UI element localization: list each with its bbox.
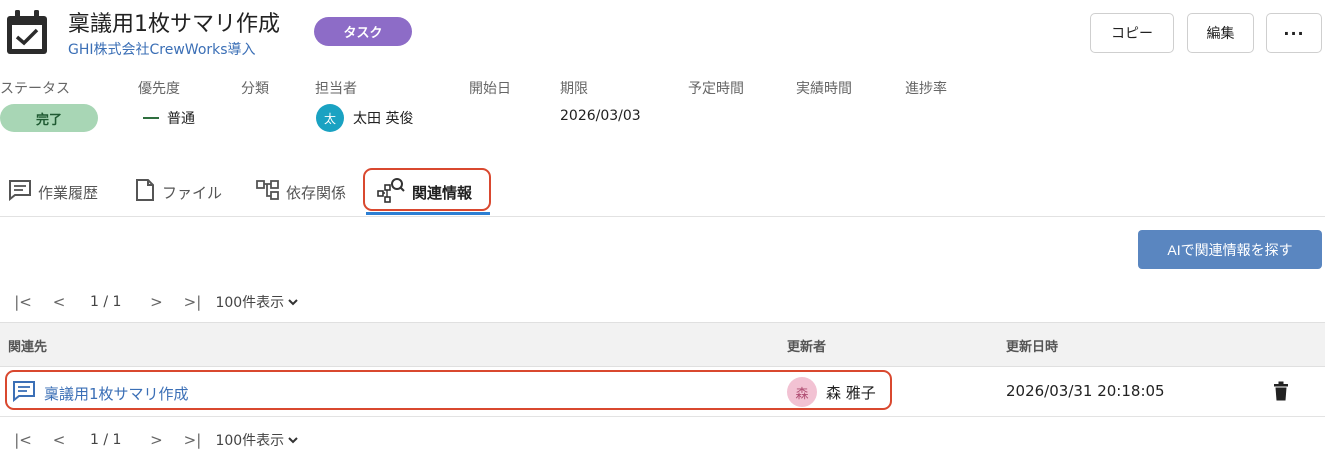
active-tab-indicator	[366, 212, 490, 215]
per-page-value: 100件表示	[215, 433, 285, 449]
tab-divider	[0, 216, 1325, 217]
type-badge: タスク	[314, 17, 412, 46]
file-icon	[134, 178, 156, 206]
assignee-label: 担当者	[315, 81, 357, 97]
first-page-icon[interactable]: |<	[10, 293, 36, 311]
per-page-select[interactable]: 100件表示	[215, 292, 298, 312]
comment-lines-icon	[8, 179, 32, 205]
first-page-icon[interactable]: |<	[10, 431, 36, 449]
row-highlight-outline	[5, 370, 892, 410]
chevron-down-icon	[288, 432, 298, 448]
priority-value[interactable]: 普通	[167, 108, 195, 128]
page-title: 稟議用1枚サマリ作成	[68, 12, 280, 37]
column-header-related: 関連先	[8, 340, 48, 355]
category-label: 分類	[241, 81, 269, 97]
per-page-value: 100件表示	[215, 295, 285, 311]
calendar-check-icon	[4, 8, 50, 58]
chevron-down-icon	[288, 294, 298, 310]
tab-label: 作業履歴	[38, 183, 99, 202]
progress-label: 進捗率	[905, 81, 947, 97]
tab-label: 依存関係	[286, 183, 347, 202]
last-page-icon[interactable]: >|	[179, 431, 205, 449]
tab-label: ファイル	[162, 183, 223, 202]
page-info: 1 / 1	[90, 294, 122, 310]
next-page-icon[interactable]: >	[143, 293, 169, 311]
table-header	[0, 322, 1325, 367]
last-page-icon[interactable]: >|	[179, 293, 205, 311]
planned-time-label: 予定時間	[688, 81, 744, 97]
status-label: ステータス	[0, 81, 70, 97]
edit-button[interactable]: 編集	[1187, 13, 1254, 53]
assignee-value[interactable]: 太田 英俊	[353, 108, 413, 128]
project-link[interactable]: GHI株式会社CrewWorks導入	[68, 39, 256, 59]
status-badge[interactable]: 完了	[0, 104, 98, 132]
updated-at: 2026/03/31 20:18:05	[1006, 382, 1165, 400]
column-header-updater: 更新者	[787, 340, 827, 355]
ai-find-related-button[interactable]: AIで関連情報を探す	[1138, 230, 1322, 269]
priority-label: 優先度	[138, 81, 180, 97]
tab-work-history[interactable]: 作業履歴	[8, 174, 98, 210]
due-date-value[interactable]: 2026/03/03	[560, 108, 641, 124]
start-date-label: 開始日	[469, 81, 511, 97]
tab-files[interactable]: ファイル	[134, 174, 222, 210]
tab-dependencies[interactable]: 依存関係	[256, 174, 346, 210]
column-header-updated-at: 更新日時	[1006, 340, 1059, 355]
copy-button[interactable]: コピー	[1090, 13, 1174, 53]
prev-page-icon[interactable]: <	[46, 293, 72, 311]
per-page-select[interactable]: 100件表示	[215, 430, 298, 450]
more-options-button[interactable]: ···	[1266, 13, 1322, 53]
due-date-label: 期限	[560, 81, 588, 97]
dependency-icon	[256, 179, 280, 205]
assignee-avatar: 太	[316, 104, 344, 132]
pager-top: |< < 1 / 1 > >| 100件表示	[10, 290, 298, 314]
page-info: 1 / 1	[90, 432, 122, 448]
next-page-icon[interactable]: >	[143, 431, 169, 449]
trash-icon[interactable]	[1272, 381, 1290, 401]
priority-dash-icon	[143, 117, 159, 119]
prev-page-icon[interactable]: <	[46, 431, 72, 449]
pager-bottom: |< < 1 / 1 > >| 100件表示	[10, 428, 298, 452]
actual-time-label: 実績時間	[796, 81, 852, 97]
tab-highlight-outline	[363, 168, 491, 211]
